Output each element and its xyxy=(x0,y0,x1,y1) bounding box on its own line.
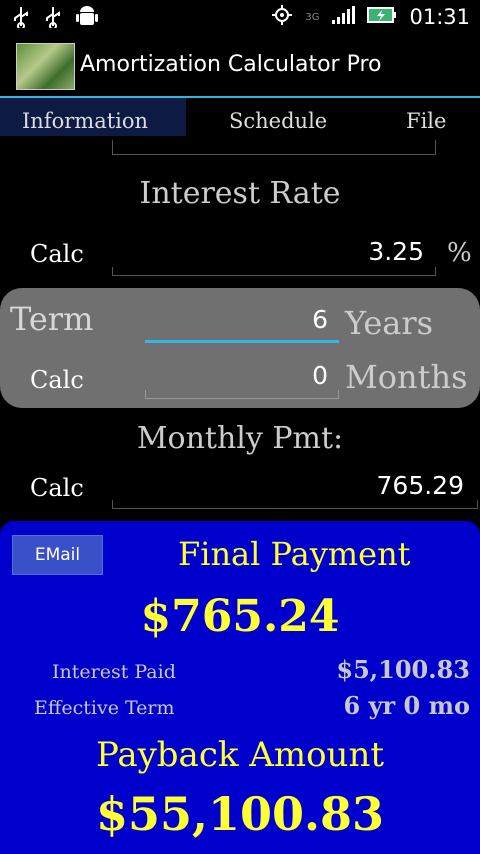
monthly-calc-button[interactable]: Calc xyxy=(30,474,84,502)
tab-file[interactable]: File xyxy=(406,98,446,136)
term-months-input[interactable]: 0 xyxy=(146,361,328,390)
term-months-underline xyxy=(145,390,339,399)
percent-unit: % xyxy=(447,238,472,268)
term-label: Term xyxy=(10,300,94,338)
battery-icon xyxy=(367,6,397,28)
final-payment-title: Final Payment xyxy=(178,535,411,573)
interest-rate-input[interactable]: 3.25 xyxy=(112,237,424,266)
results-panel: EMail Final Payment $765.24 Interest Pai… xyxy=(0,521,480,854)
payback-amount-title: Payback Amount xyxy=(95,735,385,775)
email-button[interactable]: EMail xyxy=(12,535,103,575)
tab-information[interactable]: Information xyxy=(0,98,186,136)
term-years-input[interactable]: 6 xyxy=(146,305,328,334)
interest-calc-button[interactable]: Calc xyxy=(30,240,84,268)
status-bar: 3G 01:31 xyxy=(0,0,480,34)
term-calc-button[interactable]: Calc xyxy=(30,366,84,394)
payback-amount-value: $55,100.83 xyxy=(95,787,385,841)
interest-paid-value: $5,100.83 xyxy=(336,655,470,684)
app-logo-icon xyxy=(16,43,75,90)
interest-paid-label: Interest Paid xyxy=(52,661,176,683)
principal-field-remnant[interactable] xyxy=(112,140,436,155)
monthly-pmt-input[interactable]: 765.29 xyxy=(112,471,464,500)
years-unit: Years xyxy=(345,304,434,342)
usb-icon xyxy=(12,6,30,32)
term-panel: Term 6 Years Calc 0 Months xyxy=(0,288,480,408)
monthly-pmt-title: Monthly Pmt: xyxy=(136,421,344,456)
gps-icon xyxy=(271,4,293,30)
app-title: Amortization Calculator Pro xyxy=(80,52,382,77)
interest-rate-title: Interest Rate xyxy=(139,176,341,211)
effective-term-value: 6 yr 0 mo xyxy=(343,691,470,720)
months-unit: Months xyxy=(345,358,468,396)
title-bar: Amortization Calculator Pro xyxy=(0,34,480,98)
clock: 01:31 xyxy=(409,5,470,29)
network-3g-icon: 3G xyxy=(305,11,320,23)
final-payment-value: $765.24 xyxy=(140,591,340,642)
interest-rate-underline xyxy=(112,267,436,276)
usb-icon xyxy=(44,6,62,32)
monthly-pmt-underline xyxy=(112,500,478,509)
signal-icon xyxy=(331,5,356,29)
tab-bar: Information Schedule File xyxy=(0,98,480,138)
term-years-underline xyxy=(145,340,339,343)
tab-schedule[interactable]: Schedule xyxy=(229,98,327,136)
android-debug-icon xyxy=(76,5,98,33)
effective-term-label: Effective Term xyxy=(34,697,175,719)
